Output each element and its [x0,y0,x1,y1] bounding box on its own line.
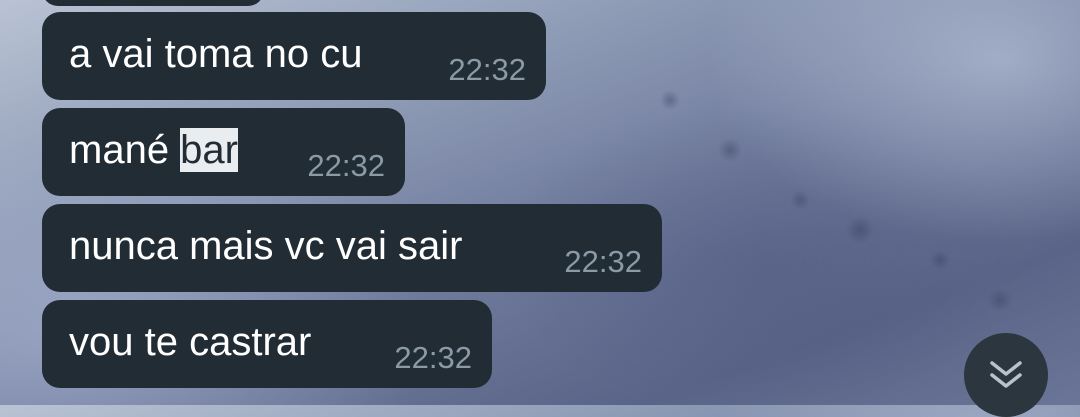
message-timestamp: 22:32 [307,148,385,183]
message-timestamp: 22:32 [564,244,642,279]
scroll-to-bottom-button[interactable] [964,333,1048,417]
message-text: a vai toma no cu [69,32,363,76]
message-timestamp: 22:32 [394,340,472,375]
message-bubble[interactable]: a vai toma no cu 22:32 [42,12,546,100]
message-text-unselected: mané [69,128,181,172]
message-text: vou te castrar [69,320,312,364]
message-timestamp: 22:32 [448,52,526,87]
message-bubble[interactable]: nunca mais vc vai sair 22:32 [42,204,662,292]
message-text: mané bar [69,128,238,172]
message-bubble[interactable]: mané bar 22:32 [42,108,405,196]
message-text: nunca mais vc vai sair [69,224,463,268]
message-bubble[interactable]: vou te castrar 22:32 [42,300,492,388]
previous-message-bubble[interactable] [42,0,264,6]
double-chevron-down-icon [990,361,1022,388]
selected-text[interactable]: bar [180,128,238,172]
